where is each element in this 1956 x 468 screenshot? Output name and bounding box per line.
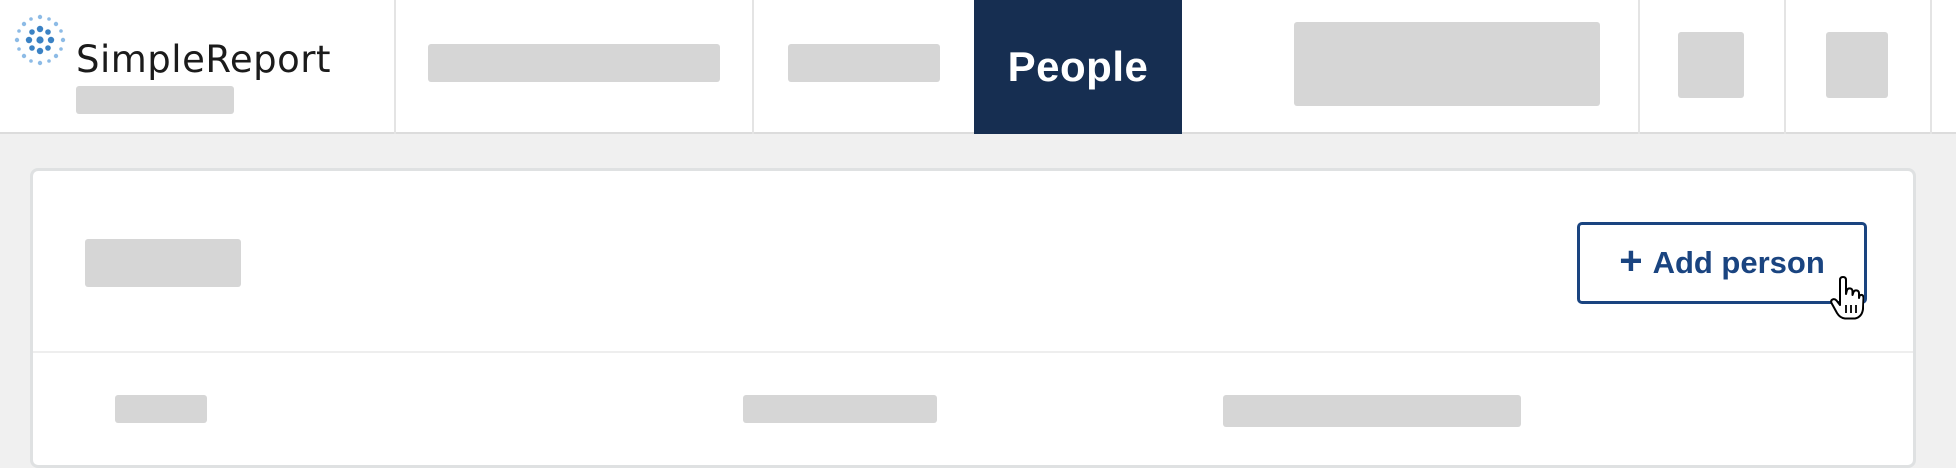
card-title-placeholder [85,239,241,287]
nav-button-placeholder[interactable] [1294,22,1600,106]
card-divider [33,351,1913,353]
nav-divider [1784,0,1786,134]
nav-item-people[interactable]: People [974,0,1182,134]
simplereport-logo-icon [14,14,66,66]
nav-divider [394,0,396,134]
nav-divider [752,0,754,134]
facility-placeholder [76,86,234,114]
plus-icon: + [1619,239,1643,283]
hand-cursor-icon [1830,276,1864,320]
add-person-button-label: Add person [1652,245,1825,280]
column-header-placeholder [115,395,207,423]
nav-item-placeholder[interactable] [788,44,940,82]
column-header-placeholder [743,395,937,423]
people-card: + Add person [30,168,1916,468]
site-header: SimpleReport People [0,0,1956,134]
nav-item-placeholder[interactable] [428,44,720,82]
nav-icon-placeholder[interactable] [1678,32,1744,98]
nav-item-people-label: People [1007,43,1149,90]
nav-icon-placeholder[interactable] [1826,32,1888,98]
add-person-button[interactable]: + Add person [1577,222,1867,304]
nav-divider [1930,0,1932,134]
logo-text: SimpleReport [76,38,331,81]
nav-divider [1638,0,1640,134]
column-header-placeholder [1223,395,1521,427]
